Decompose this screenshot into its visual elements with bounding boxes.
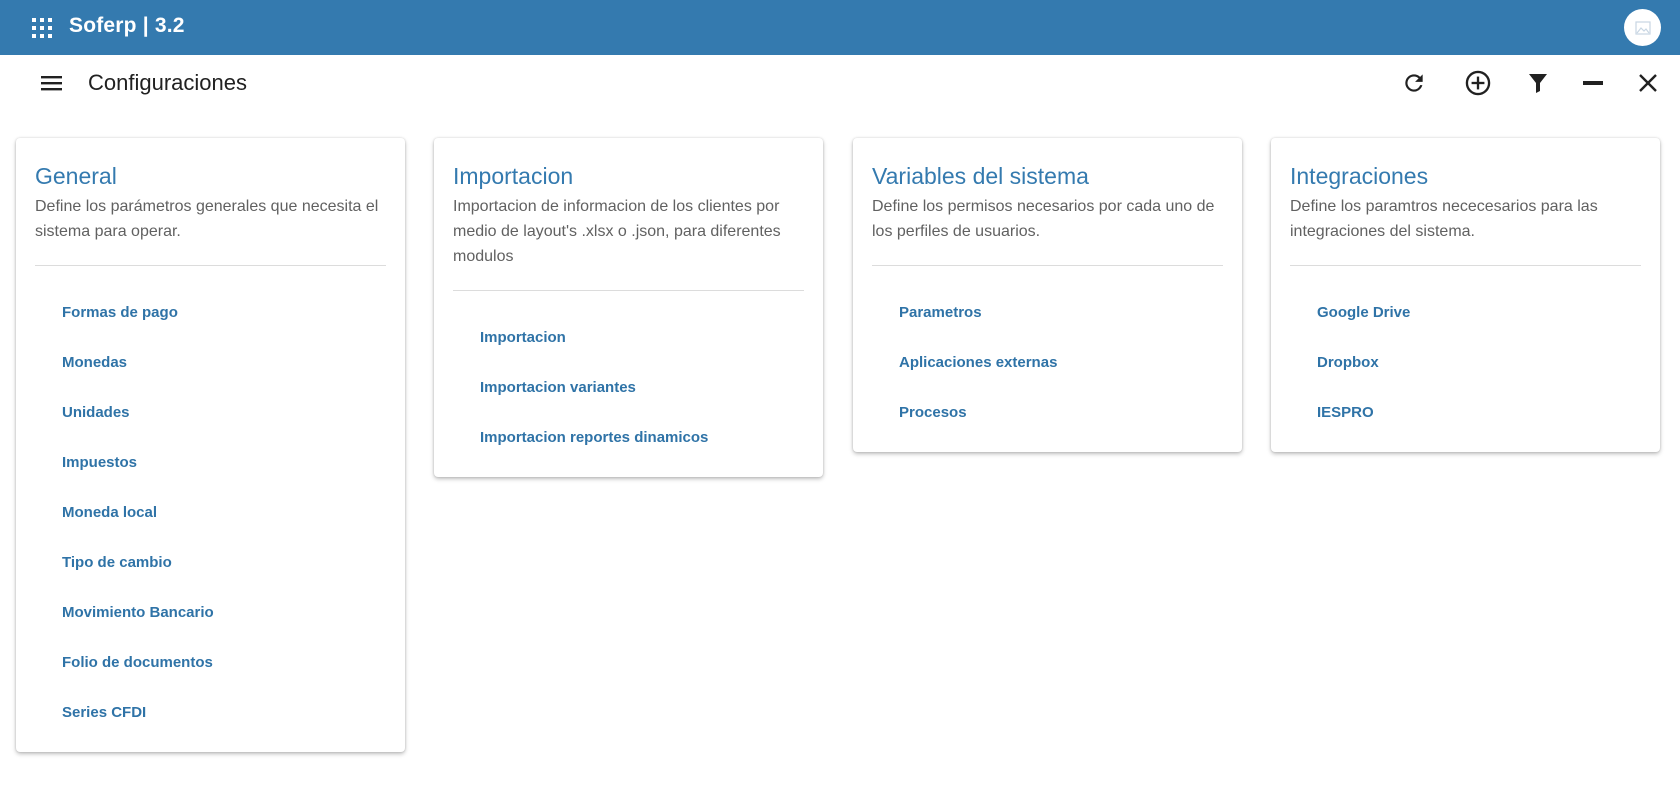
card-integraciones: Integraciones Define los paramtros necec… — [1271, 138, 1660, 452]
link-impuestos[interactable]: Impuestos — [35, 438, 386, 488]
link-dropbox[interactable]: Dropbox — [1290, 338, 1641, 388]
card-description: Define los permisos necesarios por cada … — [872, 198, 1215, 240]
card-title: Importacion — [453, 163, 574, 189]
app-bar: Soferp | 3.2 — [0, 0, 1680, 55]
card-importacion: Importacion Importacion de informacion d… — [434, 138, 823, 477]
link-parametros[interactable]: Parametros — [872, 288, 1223, 338]
refresh-icon — [1405, 74, 1423, 92]
page-toolbar: Configuraciones — [0, 55, 1680, 110]
link-formas-de-pago[interactable]: Formas de pago — [35, 288, 386, 338]
filter-button[interactable] — [1524, 69, 1552, 97]
divider — [453, 290, 804, 291]
link-folio-de-documentos[interactable]: Folio de documentos — [35, 638, 386, 688]
link-monedas[interactable]: Monedas — [35, 338, 386, 388]
link-procesos[interactable]: Procesos — [872, 388, 1223, 438]
divider — [35, 265, 386, 266]
card-variables-del-sistema: Variables del sistema Define los permiso… — [853, 138, 1242, 452]
menu-icon[interactable] — [40, 71, 64, 95]
link-moneda-local[interactable]: Moneda local — [35, 488, 386, 538]
add-button[interactable] — [1464, 69, 1492, 97]
image-placeholder-icon — [1634, 20, 1651, 35]
card-description: Define los parámetros generales que nece… — [35, 198, 379, 240]
app-title: Soferp | 3.2 — [69, 14, 185, 37]
link-tipo-de-cambio[interactable]: Tipo de cambio — [35, 538, 386, 588]
link-google-drive[interactable]: Google Drive — [1290, 288, 1641, 338]
card-title: General — [35, 163, 117, 189]
card-title: Variables del sistema — [872, 163, 1089, 189]
card-description: Importacion de informacion de los client… — [453, 198, 781, 265]
page-title: Configuraciones — [88, 70, 247, 95]
apps-grid-icon[interactable] — [32, 18, 52, 38]
card-title: Integraciones — [1290, 163, 1429, 189]
link-importacion-reportes-dinamicos[interactable]: Importacion reportes dinamicos — [453, 413, 804, 463]
divider — [872, 265, 1223, 266]
minimize-button[interactable] — [1579, 69, 1607, 97]
refresh-button[interactable] — [1400, 69, 1428, 97]
card-description: Define los paramtros nececesarios para l… — [1290, 198, 1598, 240]
link-series-cfdi[interactable]: Series CFDI — [35, 688, 386, 738]
card-general: General Define los parámetros generales … — [16, 138, 405, 752]
add-circle-icon — [1465, 70, 1491, 96]
filter-icon — [1529, 74, 1547, 93]
divider — [1290, 265, 1641, 266]
minimize-icon — [1583, 81, 1603, 85]
close-button[interactable] — [1634, 69, 1662, 97]
link-importacion[interactable]: Importacion — [453, 313, 804, 363]
close-icon — [1639, 74, 1657, 92]
link-importacion-variantes[interactable]: Importacion variantes — [453, 363, 804, 413]
avatar[interactable] — [1624, 9, 1661, 46]
link-movimiento-bancario[interactable]: Movimiento Bancario — [35, 588, 386, 638]
link-aplicaciones-externas[interactable]: Aplicaciones externas — [872, 338, 1223, 388]
link-unidades[interactable]: Unidades — [35, 388, 386, 438]
link-iespro[interactable]: IESPRO — [1290, 388, 1641, 438]
